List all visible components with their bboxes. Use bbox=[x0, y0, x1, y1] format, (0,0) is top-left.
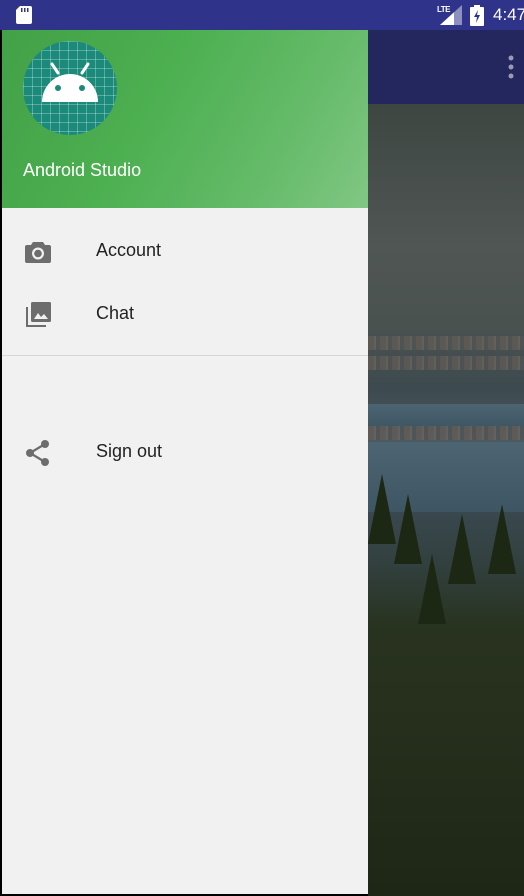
tree bbox=[418, 554, 446, 624]
menu-item-label: Chat bbox=[96, 303, 135, 323]
town-band bbox=[368, 356, 524, 370]
divider bbox=[2, 355, 368, 356]
status-bar: LTE 4:47 bbox=[0, 0, 524, 30]
clock: 4:47 bbox=[493, 5, 524, 24]
sd-card-icon bbox=[16, 6, 32, 24]
share-icon bbox=[26, 440, 49, 466]
avatar[interactable] bbox=[23, 41, 117, 135]
tree bbox=[488, 504, 516, 574]
menu-item-label: Account bbox=[96, 240, 162, 260]
photo-library-icon bbox=[26, 302, 51, 327]
town-band bbox=[368, 426, 524, 440]
navigation-drawer: Android Studio Account Chat Sign out bbox=[2, 30, 368, 894]
menu-item-sign-out[interactable]: Sign out bbox=[2, 424, 368, 478]
header-user-name: Android Studio bbox=[23, 160, 142, 180]
battery-charging-icon bbox=[470, 5, 484, 26]
more-options-icon[interactable] bbox=[508, 55, 514, 79]
app-toolbar bbox=[368, 30, 524, 104]
drawer-header: Android Studio bbox=[2, 30, 368, 208]
signal-icon bbox=[440, 5, 462, 25]
menu-item-label: Sign out bbox=[96, 441, 163, 461]
tree bbox=[368, 474, 396, 544]
background-image bbox=[368, 104, 524, 896]
lake bbox=[368, 404, 524, 428]
menu-item-chat[interactable]: Chat bbox=[2, 286, 368, 340]
town-band bbox=[368, 336, 524, 350]
menu-item-account[interactable]: Account bbox=[2, 223, 368, 277]
android-icon bbox=[42, 62, 98, 102]
camera-icon bbox=[25, 242, 51, 263]
tree bbox=[448, 514, 476, 584]
